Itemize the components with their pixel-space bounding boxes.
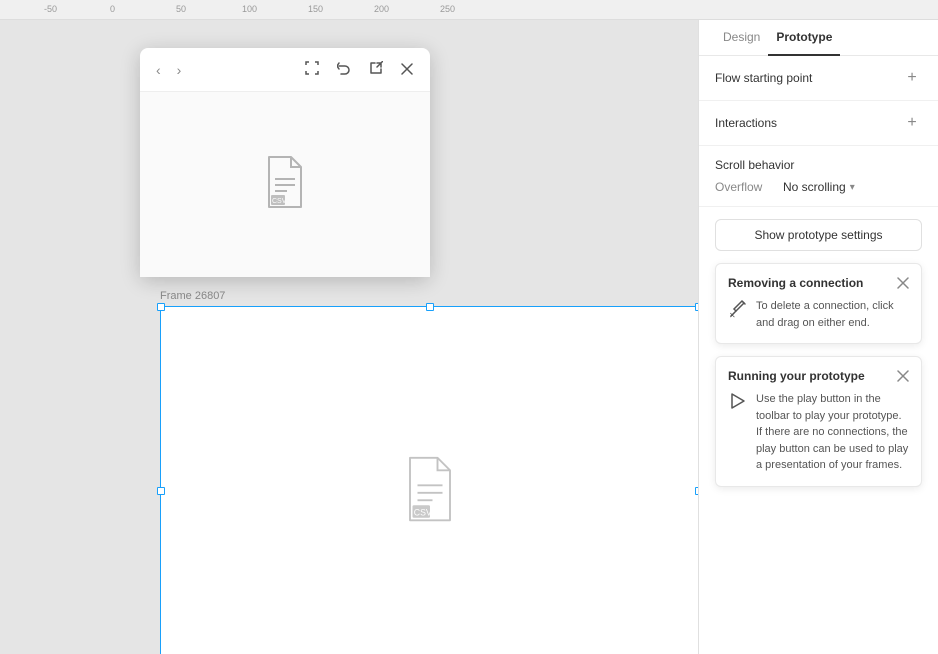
show-prototype-settings-button[interactable]: Show prototype settings xyxy=(715,219,922,251)
play-icon xyxy=(728,392,748,412)
tab-design[interactable]: Design xyxy=(715,20,768,56)
frame-handle-mr[interactable] xyxy=(695,487,698,495)
frame-handle-mt[interactable] xyxy=(426,303,434,311)
panel-tabs: Design Prototype xyxy=(699,20,938,56)
preview-fit-button[interactable] xyxy=(300,58,324,81)
frame-box[interactable]: 287 × 188 CSV xyxy=(160,306,698,654)
ruler-tick: 0 xyxy=(110,4,115,14)
preview-toolbar: ‹ › xyxy=(140,48,430,92)
tab-prototype[interactable]: Prototype xyxy=(768,20,840,56)
interactions-label: Interactions xyxy=(715,116,777,130)
removing-connection-close-button[interactable] xyxy=(897,277,909,289)
flow-starting-point-section: Flow starting point + xyxy=(699,56,938,101)
preview-external-button[interactable] xyxy=(364,58,388,81)
flow-starting-point-label: Flow starting point xyxy=(715,71,812,85)
ruler: -50 0 50 100 150 200 250 xyxy=(0,0,938,20)
interactions-section: Interactions + xyxy=(699,101,938,146)
running-prototype-body: Use the play button in the toolbar to pl… xyxy=(728,391,909,474)
frame-container: Frame 26807 287 × 188 xyxy=(160,290,698,654)
removing-connection-body: ✕ To delete a connection, click and drag… xyxy=(728,298,909,331)
remove-connection-icon: ✕ xyxy=(728,299,748,319)
overflow-select[interactable]: No scrolling ▾ xyxy=(783,180,855,194)
preview-content: CSV xyxy=(140,92,430,277)
svg-text:✕: ✕ xyxy=(729,311,736,319)
removing-connection-tooltip: Removing a connection ✕ To delete xyxy=(715,263,922,344)
overflow-label: Overflow xyxy=(715,180,775,194)
frame-handle-tl[interactable] xyxy=(157,303,165,311)
scroll-behavior-section: Scroll behavior Overflow No scrolling ▾ xyxy=(699,146,938,207)
frame-handle-tr[interactable] xyxy=(695,303,698,311)
overflow-value: No scrolling xyxy=(783,180,846,194)
ruler-tick: 250 xyxy=(440,4,455,14)
preview-back-button[interactable]: ‹ xyxy=(152,60,165,80)
right-panel: Design Prototype Flow starting point + I… xyxy=(698,20,938,654)
ruler-tick: 200 xyxy=(374,4,389,14)
running-prototype-tooltip: Running your prototype Use the play butt… xyxy=(715,356,922,487)
removing-connection-header: Removing a connection xyxy=(728,276,909,290)
preview-close-button[interactable] xyxy=(396,59,418,81)
ruler-tick: 150 xyxy=(308,4,323,14)
running-prototype-title: Running your prototype xyxy=(728,369,865,383)
frame-handle-ml[interactable] xyxy=(157,487,165,495)
flow-starting-point-add-button[interactable]: + xyxy=(902,68,922,88)
preview-undo-button[interactable] xyxy=(332,58,356,81)
removing-connection-text: To delete a connection, click and drag o… xyxy=(756,298,909,331)
preview-window: ‹ › xyxy=(140,48,430,277)
running-prototype-text: Use the play button in the toolbar to pl… xyxy=(756,391,909,474)
preview-file-icon: CSV xyxy=(261,155,309,214)
svg-text:CSV: CSV xyxy=(272,198,287,205)
canvas-area[interactable]: ‹ › xyxy=(0,20,698,654)
svg-text:CSV: CSV xyxy=(414,507,432,517)
removing-connection-title: Removing a connection xyxy=(728,276,863,290)
running-prototype-header: Running your prototype xyxy=(728,369,909,383)
running-prototype-close-button[interactable] xyxy=(897,370,909,382)
frame-file-icon: CSV xyxy=(400,455,460,528)
main-area: ‹ › xyxy=(0,20,938,654)
overflow-chevron-icon: ▾ xyxy=(850,182,855,193)
preview-forward-button[interactable]: › xyxy=(173,60,186,80)
overflow-row: Overflow No scrolling ▾ xyxy=(715,180,922,194)
ruler-canvas: -50 0 50 100 150 200 250 xyxy=(0,0,700,20)
scroll-behavior-title: Scroll behavior xyxy=(715,158,922,172)
ruler-tick: 100 xyxy=(242,4,257,14)
frame-label: Frame 26807 xyxy=(160,290,698,302)
ruler-tick: -50 xyxy=(44,4,57,14)
interactions-add-button[interactable]: + xyxy=(902,113,922,133)
ruler-tick: 50 xyxy=(176,4,186,14)
